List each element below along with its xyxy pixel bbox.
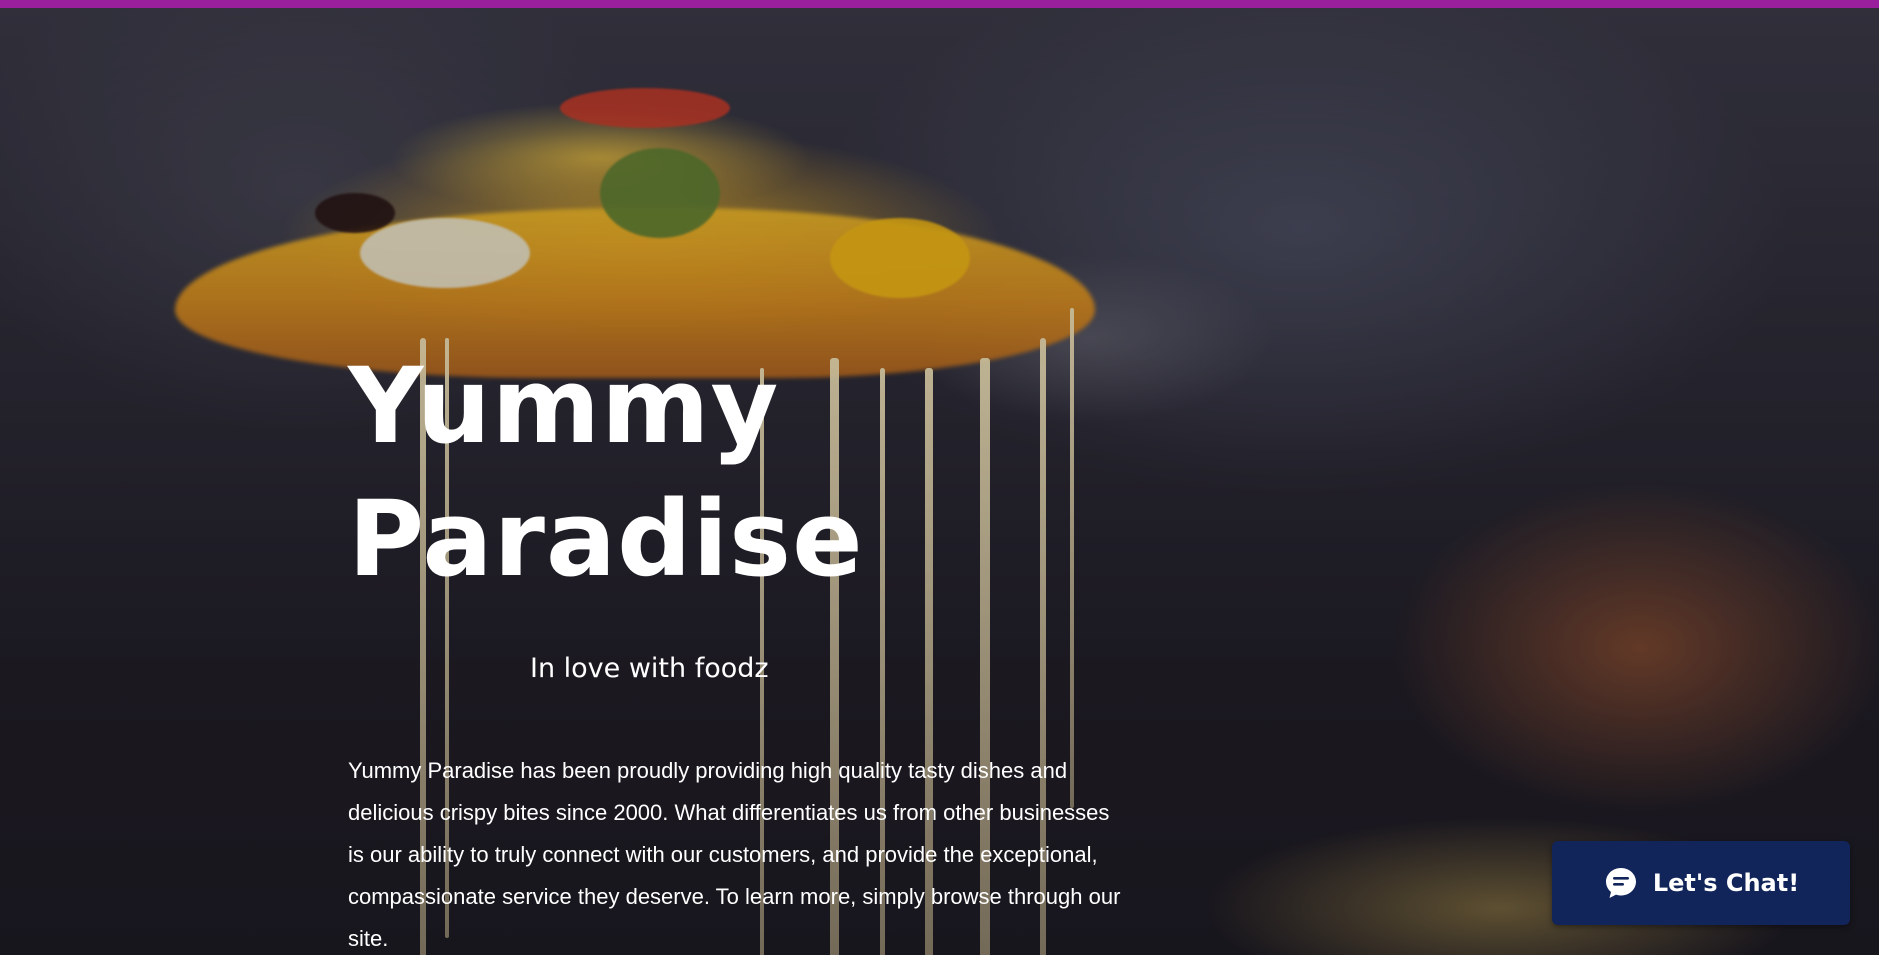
hero-title-line-1: Yummy — [348, 345, 780, 467]
lets-chat-button[interactable]: Let's Chat! — [1552, 841, 1850, 925]
hero-title-line-2: Paradise — [348, 478, 864, 600]
hero-title: Yummy Paradise — [348, 340, 1128, 606]
hero-content: Yummy Paradise In love with foodz Yummy … — [348, 340, 1128, 951]
top-accent-bar — [0, 0, 1879, 8]
hero-tagline: In love with foodz — [530, 653, 769, 684]
lets-chat-label: Let's Chat! — [1652, 869, 1800, 897]
page: Yummy Paradise In love with foodz Yummy … — [0, 0, 1879, 955]
hero-description: Yummy Paradise has been proudly providin… — [348, 758, 1121, 951]
chat-bubble-icon — [1605, 868, 1636, 898]
